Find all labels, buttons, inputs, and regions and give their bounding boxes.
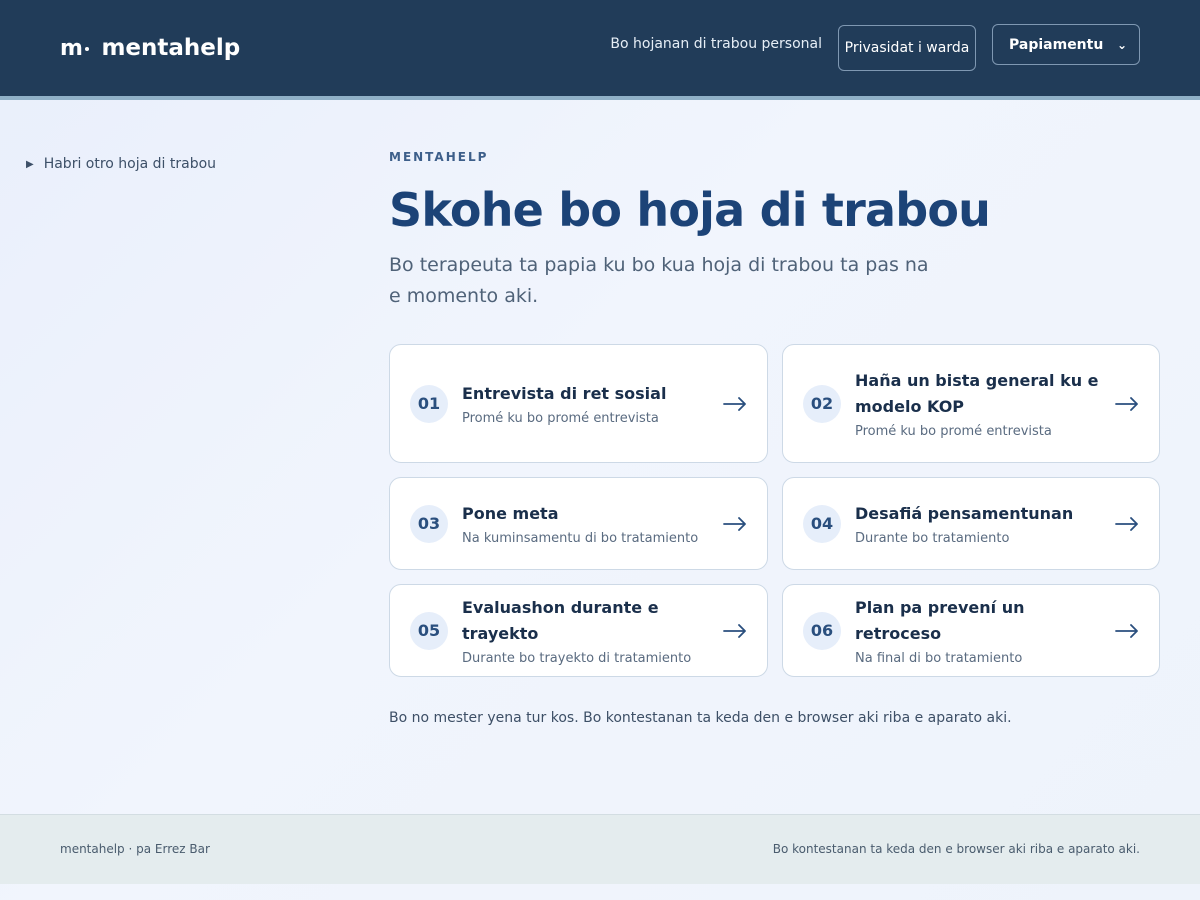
worksheet-card-5[interactable]: 05 Evaluashon durante e trayekto Durante… — [389, 584, 768, 677]
footer-credit: mentahelp · pa Errez Bar — [60, 842, 210, 856]
language-selected-value: Papiamentu — [1009, 36, 1104, 53]
brand-logo[interactable]: m mentahelp — [60, 32, 240, 64]
footer: mentahelp · pa Errez Bar Bo kontestanan … — [0, 814, 1200, 884]
top-bar: m mentahelp Bo hojanan di trabou persona… — [0, 0, 1200, 96]
brand-mark: m — [60, 36, 90, 61]
card-title: Desafiá pensamentunan — [855, 504, 1074, 523]
worksheet-card-4[interactable]: 04 Desafiá pensamentunan Durante bo trat… — [782, 477, 1160, 570]
worksheet-card-3[interactable]: 03 Pone meta Na kuminsamentu di bo trata… — [389, 477, 768, 570]
personal-worksheets-link[interactable]: Bo hojanan di trabou personal — [610, 36, 822, 52]
other-worksheet-toggle[interactable]: ▶ Habri otro hoja di trabou — [26, 156, 216, 172]
arrow-right-icon — [1115, 396, 1138, 411]
card-subtitle: Durante bo trayekto di tratamiento — [462, 651, 692, 666]
card-title: Plan pa prevení un retroceso — [855, 598, 1025, 643]
privacy-button[interactable]: Privasidat i warda — [838, 25, 976, 71]
arrow-right-icon — [723, 516, 746, 531]
eyebrow-label: MENTAHELP — [389, 150, 489, 164]
card-subtitle: Na final di bo tratamiento — [855, 651, 1023, 666]
language-select[interactable]: Papiamentu ⌄ — [992, 24, 1140, 65]
card-subtitle: Promé ku bo promé entrevista — [855, 424, 1052, 439]
other-worksheet-label: Habri otro hoja di trabou — [43, 156, 217, 172]
card-subtitle: Promé ku bo promé entrevista — [462, 411, 659, 426]
triangle-right-icon: ▶ — [26, 158, 34, 170]
arrow-right-icon — [1115, 516, 1138, 531]
card-subtitle: Na kuminsamentu di bo tratamiento — [462, 531, 699, 546]
card-number: 05 — [410, 611, 448, 650]
arrow-right-icon — [1115, 623, 1138, 638]
worksheet-grid: 01 Entrevista di ret sosial Promé ku bo … — [389, 344, 1160, 677]
worksheet-card-1[interactable]: 01 Entrevista di ret sosial Promé ku bo … — [389, 344, 768, 463]
card-number: 01 — [410, 384, 448, 423]
page-title: Skohe bo hoja di trabou — [389, 183, 991, 237]
worksheet-card-2[interactable]: 02 Haña un bista general ku e modelo KOP… — [782, 344, 1160, 463]
card-title: Entrevista di ret sosial — [462, 384, 667, 403]
card-number: 03 — [410, 504, 448, 543]
worksheet-card-6[interactable]: 06 Plan pa prevení un retroceso Na final… — [782, 584, 1160, 677]
brand-name: mentahelp — [101, 35, 241, 61]
header-accent-line — [0, 96, 1200, 100]
card-title: Pone meta — [462, 504, 559, 523]
card-subtitle: Durante bo tratamiento — [855, 531, 1010, 546]
card-number: 06 — [803, 611, 841, 650]
card-number: 02 — [803, 384, 841, 423]
card-title: Evaluashon durante e trayekto — [462, 598, 659, 643]
card-number: 04 — [803, 504, 841, 543]
chevron-down-icon: ⌄ — [1116, 37, 1127, 52]
arrow-right-icon — [723, 396, 746, 411]
footer-storage-note: Bo kontestanan ta keda den e browser aki… — [772, 842, 1140, 856]
page-subtitle: Bo terapeuta ta papia ku bo kua hoja di … — [389, 254, 929, 307]
local-storage-note: Bo no mester yena tur kos. Bo kontestana… — [389, 710, 1012, 726]
card-title: Haña un bista general ku e modelo KOP — [855, 371, 1099, 416]
arrow-right-icon — [723, 623, 746, 638]
